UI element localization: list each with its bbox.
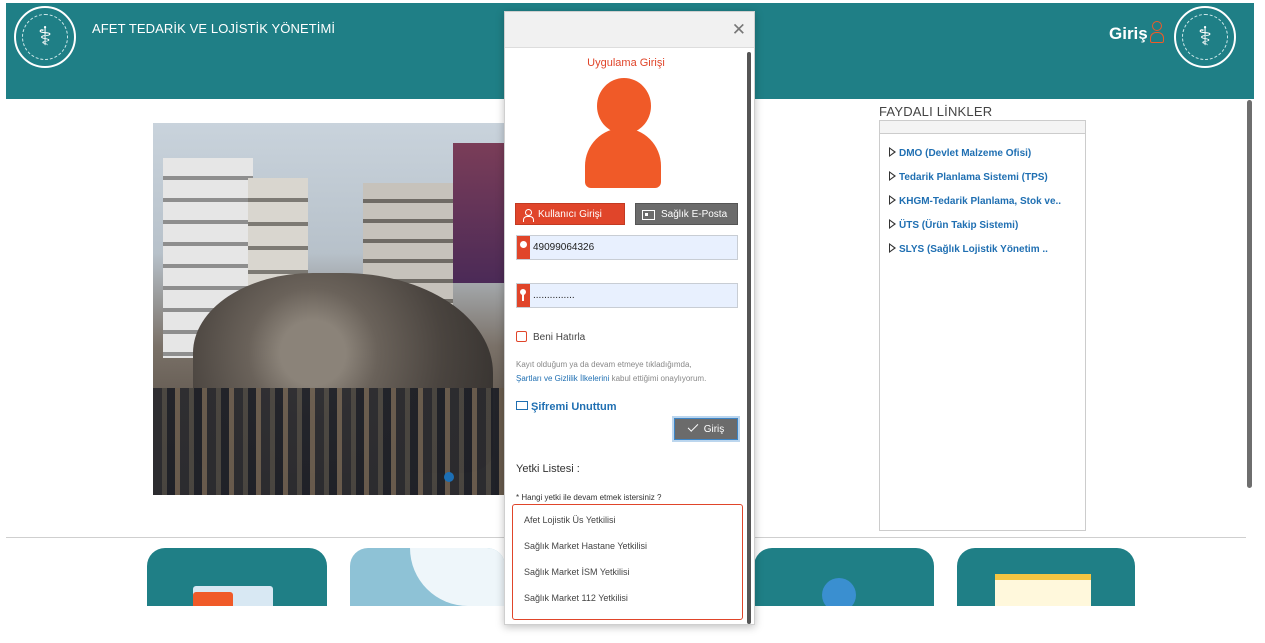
- forgot-password-label: Şifremi Unuttum: [531, 401, 617, 413]
- login-link[interactable]: Giriş: [1109, 21, 1164, 44]
- roles-list[interactable]: Afet Lojistik Üs Yetkilisi Sağlık Market…: [512, 504, 743, 620]
- avatar-body: [585, 128, 661, 188]
- user-icon: [517, 236, 530, 259]
- user-icon: [523, 209, 534, 222]
- caduceus-icon: ⚕: [37, 22, 53, 52]
- module-card[interactable]: [754, 548, 934, 606]
- avatar-icon: [585, 78, 661, 188]
- earthquake-photo: [153, 123, 505, 495]
- modal-title: Uygulama Girişi: [587, 57, 665, 69]
- remember-me[interactable]: Beni Hatırla: [516, 331, 585, 343]
- forgot-password-link[interactable]: Şifremi Unuttum: [516, 401, 617, 413]
- username-input[interactable]: [533, 236, 733, 259]
- user-icon: [1149, 21, 1164, 43]
- password-field: [516, 283, 738, 308]
- triangle-right-icon: [889, 171, 896, 181]
- photo-building: [453, 143, 505, 283]
- link-label: SLYS (Sağlık Lojistik Yönetim ..: [899, 244, 1048, 255]
- terms-post: kabul ettiğimi onaylıyorum.: [609, 374, 707, 383]
- role-option[interactable]: Afet Lojistik Üs Yetkilisi: [513, 509, 742, 535]
- close-icon[interactable]: ✕: [732, 20, 746, 40]
- avatar-head: [597, 78, 651, 134]
- link-label: DMO (Devlet Malzeme Ofisi): [899, 148, 1032, 159]
- modal-scrollbar[interactable]: [747, 52, 751, 624]
- ministry-logo-left[interactable]: ⚕: [14, 6, 76, 68]
- role-option[interactable]: Sağlık Market Hastane Yetkilisi: [513, 535, 742, 561]
- page-scrollbar[interactable]: [1247, 100, 1252, 488]
- card-illustration: [410, 548, 505, 606]
- terms-text: Kayıt olduğum ya da devam etmeye tıkladı…: [516, 358, 744, 386]
- module-card[interactable]: [957, 548, 1135, 606]
- login-modal: ✕ Uygulama Girişi Kullanıcı Girişi Sağlı…: [504, 11, 755, 625]
- link-label: KHGM-Tedarik Planlama, Stok ve..: [899, 196, 1062, 207]
- link-item-slys[interactable]: SLYS (Sağlık Lojistik Yönetim ..: [889, 243, 1085, 267]
- triangle-right-icon: [889, 195, 896, 205]
- password-input[interactable]: [533, 284, 733, 307]
- key-icon: [517, 284, 530, 307]
- login-button[interactable]: Giriş: [674, 418, 738, 440]
- user-login-tab-label: Kullanıcı Girişi: [538, 209, 602, 220]
- link-label: ÜTS (Ürün Takip Sistemi): [899, 220, 1019, 231]
- card-illustration: [193, 586, 273, 606]
- links-list: DMO (Devlet Malzeme Ofisi) Tedarik Planl…: [880, 134, 1085, 267]
- card-illustration: [822, 578, 856, 606]
- terms-link[interactable]: Şartları ve Gizlilik İlkelerini: [516, 374, 609, 383]
- caduceus-icon: ⚕: [1197, 22, 1213, 52]
- modal-titlebar: ✕: [505, 12, 754, 48]
- check-icon: [687, 421, 699, 432]
- useful-links-title: FAYDALI LİNKLER: [879, 104, 993, 119]
- triangle-right-icon: [889, 219, 896, 229]
- login-button-label: Giriş: [703, 424, 725, 435]
- links-panel-header: [880, 121, 1085, 134]
- role-option[interactable]: Sağlık Market İSM Yetkilisi: [513, 561, 742, 587]
- link-label: Tedarik Planlama Sistemi (TPS): [899, 172, 1048, 183]
- role-option[interactable]: Sağlık Market 112 Yetkilisi: [513, 587, 742, 613]
- module-card[interactable]: [147, 548, 327, 606]
- health-email-tab-label: Sağlık E-Posta: [661, 209, 728, 220]
- remember-label: Beni Hatırla: [533, 332, 586, 343]
- id-card-icon: [642, 210, 655, 220]
- card-illustration: [995, 574, 1091, 606]
- triangle-right-icon: [889, 243, 896, 253]
- health-email-tab[interactable]: Sağlık E-Posta: [635, 203, 738, 225]
- link-item-khgm[interactable]: KHGM-Tedarik Planlama, Stok ve..: [889, 195, 1085, 219]
- login-link-label: Giriş: [1109, 24, 1148, 43]
- link-item-dmo[interactable]: DMO (Devlet Malzeme Ofisi): [889, 147, 1085, 171]
- link-item-tps[interactable]: Tedarik Planlama Sistemi (TPS): [889, 171, 1085, 195]
- envelope-icon: [516, 401, 528, 410]
- roles-question: * Hangi yetki ile devam etmek istersiniz…: [516, 493, 662, 502]
- triangle-right-icon: [889, 147, 896, 157]
- module-card[interactable]: [350, 548, 505, 606]
- link-item-uts[interactable]: ÜTS (Ürün Takip Sistemi): [889, 219, 1085, 243]
- carousel-dot[interactable]: [444, 472, 454, 482]
- useful-links-panel: DMO (Devlet Malzeme Ofisi) Tedarik Planl…: [879, 120, 1086, 531]
- app-title: AFET TEDARİK VE LOJİSTİK YÖNETİMİ: [92, 21, 336, 36]
- terms-pre: Kayıt olduğum ya da devam etmeye tıkladı…: [516, 360, 692, 369]
- user-login-tab[interactable]: Kullanıcı Girişi: [515, 203, 625, 225]
- roles-title: Yetki Listesi :: [516, 463, 580, 475]
- username-field: [516, 235, 738, 260]
- ministry-logo-right[interactable]: ⚕: [1174, 6, 1236, 68]
- remember-checkbox[interactable]: [516, 331, 527, 342]
